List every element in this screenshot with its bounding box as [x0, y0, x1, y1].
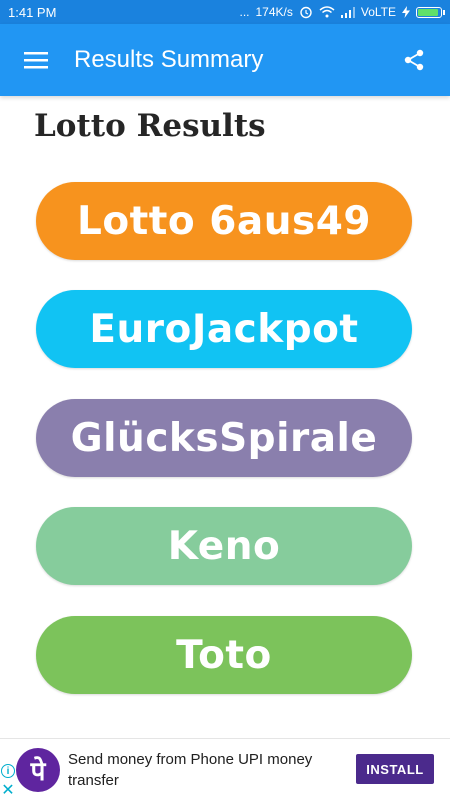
keno-label: Keno — [167, 523, 281, 569]
eurojackpot-button[interactable]: EuroJackpot — [36, 290, 412, 368]
status-network: VoLTE — [360, 5, 396, 19]
ad-info-icon[interactable]: i — [1, 764, 15, 778]
alarm-icon — [299, 5, 313, 19]
share-icon — [404, 49, 424, 71]
eurojackpot-label: EuroJackpot — [89, 306, 359, 352]
share-button[interactable] — [394, 40, 434, 80]
install-button[interactable]: INSTALL — [356, 754, 434, 784]
gluecksspirale-button[interactable]: GlücksSpirale — [36, 399, 412, 477]
app-title: Results Summary — [74, 46, 264, 73]
keno-button[interactable]: Keno — [36, 507, 412, 585]
hamburger-menu-icon — [24, 52, 48, 69]
gluecksspirale-label: GlücksSpirale — [70, 415, 378, 461]
wifi-icon — [319, 6, 335, 18]
lotto-6aus49-button[interactable]: Lotto 6aus49 — [36, 182, 412, 260]
status-time: 1:41 PM — [8, 4, 57, 20]
menu-button[interactable] — [16, 40, 56, 80]
ad-banner[interactable]: पे Send money from Phone UPI money trans… — [0, 738, 450, 801]
ad-text: Send money from Phone UPI money transfer — [68, 751, 313, 789]
page-heading: Lotto Results — [34, 108, 266, 144]
battery-icon — [416, 6, 445, 18]
toto-button[interactable]: Toto — [36, 616, 412, 694]
status-icons: ... 174K/s VoLTE — [239, 5, 445, 19]
signal-icon — [340, 6, 355, 18]
ad-close-icon[interactable]: ✕ — [1, 782, 15, 799]
phonepe-logo: पे — [16, 748, 60, 792]
lotto-6aus49-label: Lotto 6aus49 — [76, 198, 371, 244]
app-bar: Results Summary — [0, 24, 450, 96]
charging-icon — [402, 6, 410, 18]
toto-label: Toto — [176, 632, 272, 678]
status-dots: ... — [239, 5, 250, 19]
status-speed: 174K/s — [255, 5, 293, 19]
status-bar: 1:41 PM ... 174K/s VoLTE — [0, 0, 450, 24]
